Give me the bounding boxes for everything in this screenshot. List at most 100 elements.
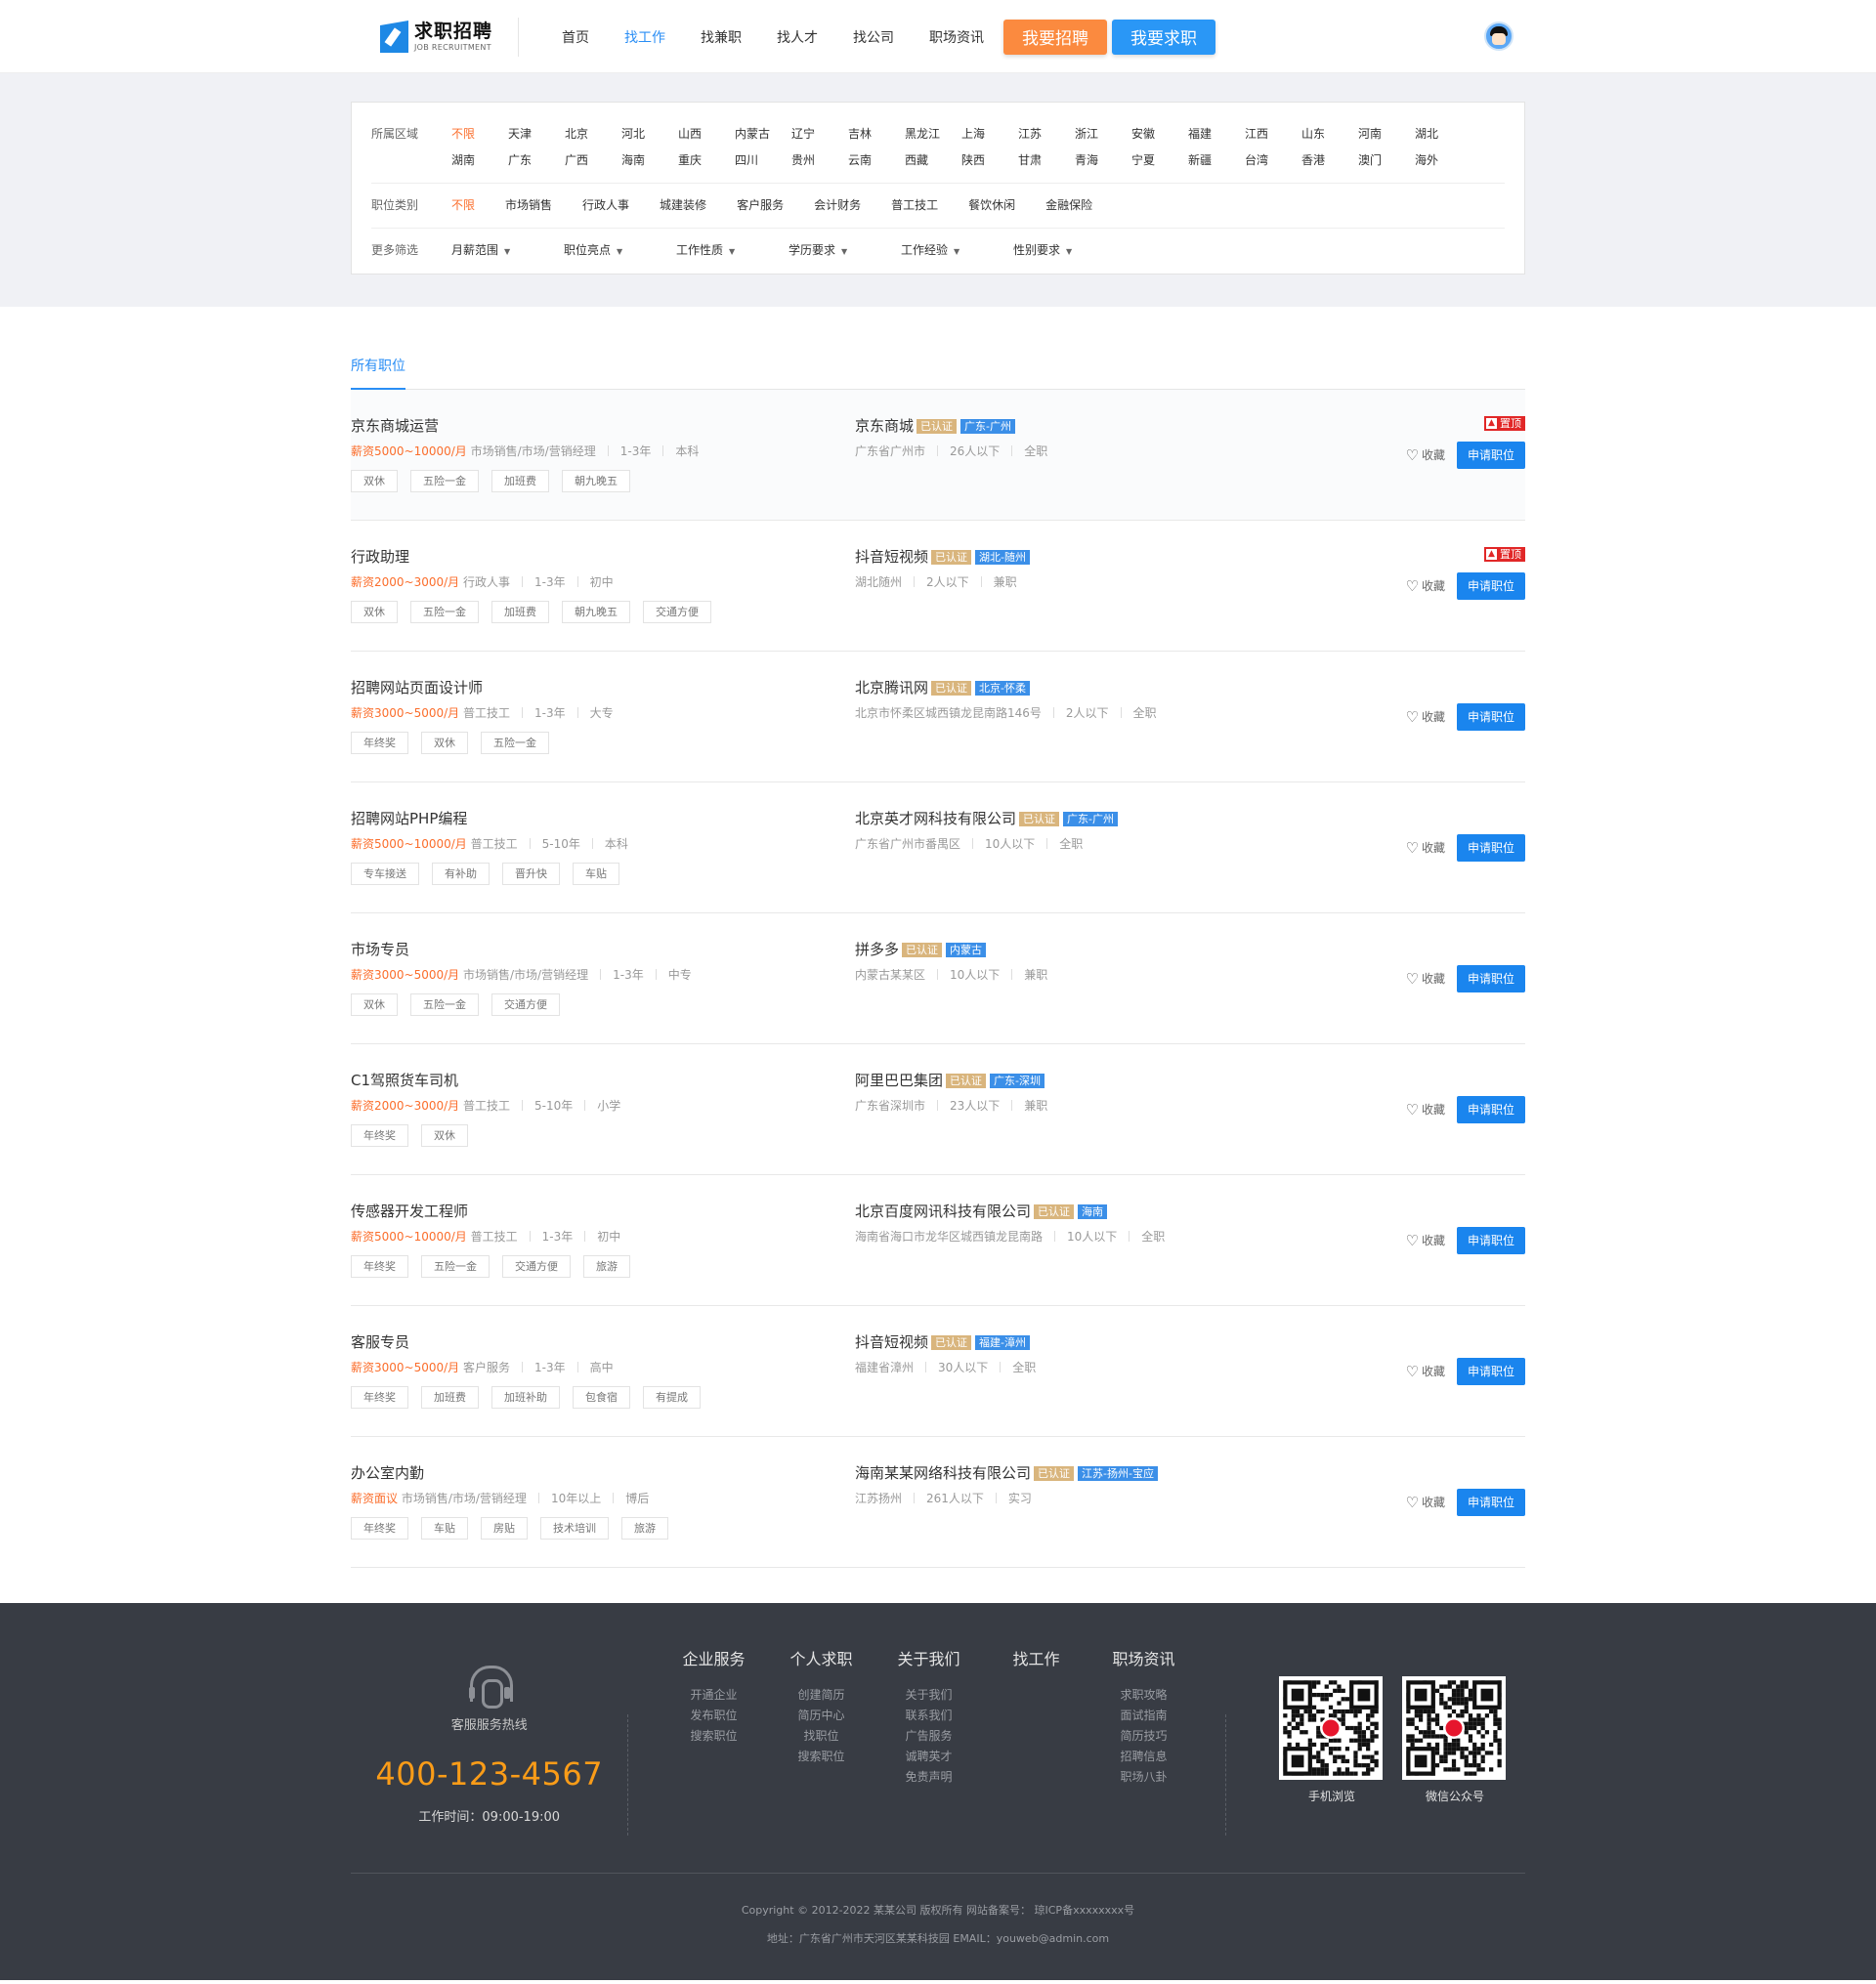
region-option[interactable]: 澳门 [1358,148,1415,174]
nav-home[interactable]: 首页 [562,27,589,47]
footer-link[interactable]: 面试指南 [1089,1706,1197,1726]
footer-column-title[interactable]: 找工作 [982,1650,1089,1669]
apply-button[interactable]: 申请职位 [1457,441,1525,469]
company-name[interactable]: 北京腾讯网 [855,678,928,697]
region-option[interactable]: 香港 [1301,148,1358,174]
company-name[interactable]: 北京百度网讯科技有限公司 [855,1202,1031,1221]
region-option[interactable]: 北京 [565,121,621,148]
favorite-button[interactable]: ♡ 收藏 [1406,1363,1445,1380]
region-option[interactable]: 西藏 [905,148,961,174]
nav-find-job[interactable]: 找工作 [624,27,665,47]
region-option[interactable]: 福建 [1188,121,1245,148]
region-option[interactable]: 不限 [451,121,508,148]
job-title[interactable]: 招聘网站PHP编程 [351,809,855,828]
footer-link[interactable]: 免责声明 [874,1767,982,1788]
region-option[interactable]: 云南 [848,148,905,174]
region-option[interactable]: 河北 [621,121,678,148]
region-option[interactable]: 浙江 [1075,121,1131,148]
region-option[interactable]: 山西 [678,121,735,148]
seek-job-button[interactable]: 我要求职 [1112,19,1215,55]
region-option[interactable]: 吉林 [848,121,905,148]
footer-link[interactable]: 广告服务 [874,1726,982,1747]
tab-all-jobs[interactable]: 所有职位 [351,345,405,390]
favorite-button[interactable]: ♡ 收藏 [1406,1232,1445,1249]
region-option[interactable]: 甘肃 [1018,148,1075,174]
footer-link[interactable]: 关于我们 [874,1685,982,1706]
category-option[interactable]: 不限 [451,192,475,219]
footer-link[interactable]: 招聘信息 [1089,1747,1197,1767]
category-option[interactable]: 会计财务 [814,192,861,219]
favorite-button[interactable]: ♡ 收藏 [1406,1494,1445,1511]
favorite-button[interactable]: ♡ 收藏 [1406,839,1445,857]
apply-button[interactable]: 申请职位 [1457,702,1525,731]
footer-link[interactable]: 搜索职位 [660,1726,767,1747]
region-option[interactable]: 江西 [1245,121,1301,148]
category-option[interactable]: 城建装修 [660,192,706,219]
footer-column-title[interactable]: 关于我们 [874,1650,982,1669]
region-option[interactable]: 天津 [508,121,565,148]
filter-dropdown[interactable]: 学历要求 ▼ [789,237,901,265]
footer-link[interactable]: 开通企业 [660,1685,767,1706]
job-title[interactable]: 招聘网站页面设计师 [351,678,855,697]
category-option[interactable]: 市场销售 [505,192,552,219]
site-logo[interactable]: 求职招聘 JOB RECRUITMENT [351,17,519,57]
favorite-button[interactable]: ♡ 收藏 [1406,708,1445,726]
region-option[interactable]: 湖南 [451,148,508,174]
region-option[interactable]: 黑龙江 [905,121,961,148]
region-option[interactable]: 新疆 [1188,148,1245,174]
footer-link[interactable]: 联系我们 [874,1706,982,1726]
company-name[interactable]: 阿里巴巴集团 [855,1071,943,1090]
region-option[interactable]: 湖北 [1415,121,1471,148]
job-title[interactable]: 客服专员 [351,1332,855,1352]
region-option[interactable]: 河南 [1358,121,1415,148]
user-avatar[interactable] [1484,21,1514,51]
filter-dropdown[interactable]: 月薪范围 ▼ [451,237,564,265]
apply-button[interactable]: 申请职位 [1457,571,1525,600]
post-job-button[interactable]: 我要招聘 [1003,19,1107,55]
footer-link[interactable]: 简历技巧 [1089,1726,1197,1747]
category-option[interactable]: 普工技工 [891,192,938,219]
nav-career-news[interactable]: 职场资讯 [929,27,984,47]
footer-link[interactable]: 搜索职位 [767,1747,874,1767]
region-option[interactable]: 贵州 [791,148,848,174]
filter-dropdown[interactable]: 工作性质 ▼ [676,237,789,265]
footer-link[interactable]: 创建简历 [767,1685,874,1706]
region-option[interactable]: 青海 [1075,148,1131,174]
region-option[interactable]: 海外 [1415,148,1471,174]
apply-button[interactable]: 申请职位 [1457,1357,1525,1385]
region-option[interactable]: 广东 [508,148,565,174]
region-option[interactable]: 内蒙古 [735,121,791,148]
apply-button[interactable]: 申请职位 [1457,1226,1525,1254]
region-option[interactable]: 上海 [961,121,1018,148]
category-option[interactable]: 金融保险 [1045,192,1092,219]
footer-link[interactable]: 求职攻略 [1089,1685,1197,1706]
category-option[interactable]: 餐饮休闲 [968,192,1015,219]
region-option[interactable]: 广西 [565,148,621,174]
footer-column-title[interactable]: 企业服务 [660,1650,767,1669]
job-title[interactable]: 市场专员 [351,940,855,959]
job-title[interactable]: C1驾照货车司机 [351,1071,855,1090]
footer-link[interactable]: 找职位 [767,1726,874,1747]
footer-link[interactable]: 发布职位 [660,1706,767,1726]
category-option[interactable]: 行政人事 [582,192,629,219]
region-option[interactable]: 重庆 [678,148,735,174]
footer-column-title[interactable]: 职场资讯 [1089,1650,1197,1669]
company-name[interactable]: 拼多多 [855,940,899,959]
region-option[interactable]: 台湾 [1245,148,1301,174]
region-option[interactable]: 安徽 [1131,121,1188,148]
nav-find-company[interactable]: 找公司 [853,27,894,47]
apply-button[interactable]: 申请职位 [1457,1095,1525,1123]
region-option[interactable]: 宁夏 [1131,148,1188,174]
category-option[interactable]: 客户服务 [737,192,784,219]
apply-button[interactable]: 申请职位 [1457,964,1525,992]
filter-dropdown[interactable]: 职位亮点 ▼ [564,237,676,265]
nav-find-talent[interactable]: 找人才 [777,27,818,47]
region-option[interactable]: 四川 [735,148,791,174]
company-name[interactable]: 抖音短视频 [855,547,928,567]
region-option[interactable]: 陕西 [961,148,1018,174]
company-name[interactable]: 海南某某网络科技有限公司 [855,1463,1031,1483]
filter-dropdown[interactable]: 性别要求 ▼ [1013,237,1126,265]
footer-link[interactable]: 诚聘英才 [874,1747,982,1767]
job-title[interactable]: 传感器开发工程师 [351,1202,855,1221]
favorite-button[interactable]: ♡ 收藏 [1406,577,1445,595]
